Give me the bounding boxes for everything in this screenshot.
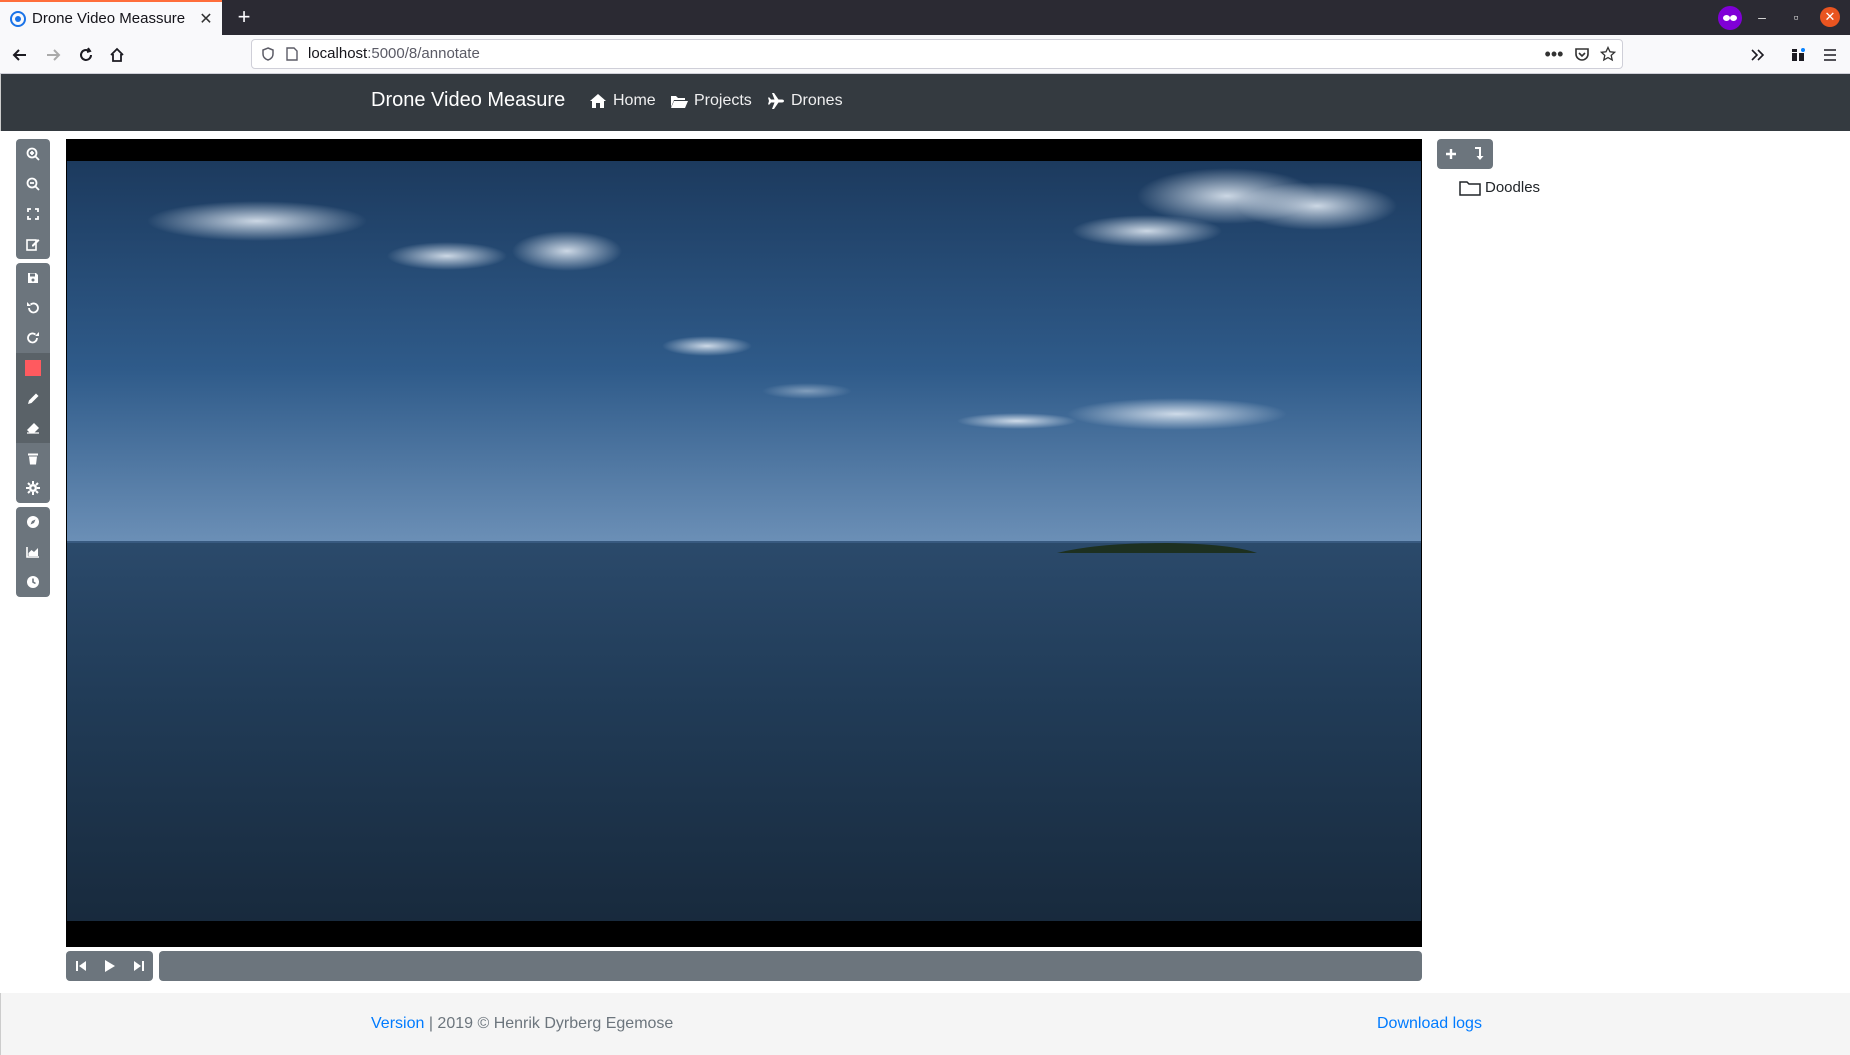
footer-copyright: Version | 2019 © Henrik Dyrberg Egemose bbox=[371, 1015, 673, 1033]
playback-buttons bbox=[66, 951, 153, 981]
new-tab-button[interactable]: + bbox=[232, 4, 256, 29]
settings-icon bbox=[26, 481, 40, 495]
add-button[interactable] bbox=[1437, 139, 1465, 169]
undo-button[interactable] bbox=[16, 293, 50, 323]
redo-button[interactable] bbox=[16, 323, 50, 353]
zoom-out-icon bbox=[26, 177, 40, 191]
nav-drones[interactable]: Drones bbox=[767, 92, 843, 110]
brand-title[interactable]: Drone Video Measure bbox=[371, 89, 565, 112]
browser-chrome: Drone Video Meassure ✕ + – ▫ ✕ localhost… bbox=[0, 0, 1850, 74]
folder-icon bbox=[1459, 180, 1481, 196]
back-button[interactable] bbox=[8, 43, 32, 67]
video-canvas[interactable] bbox=[66, 139, 1422, 947]
color-picker-button[interactable] bbox=[16, 353, 50, 383]
step-forward-icon bbox=[133, 961, 144, 971]
delete-button[interactable] bbox=[16, 443, 50, 473]
nav-drones-label: Drones bbox=[791, 92, 843, 109]
tab-title: Drone Video Meassure bbox=[32, 10, 186, 27]
eraser-button[interactable] bbox=[16, 413, 50, 443]
edit-button[interactable] bbox=[16, 229, 50, 259]
color-swatch bbox=[25, 360, 41, 376]
fullscreen-button[interactable] bbox=[16, 199, 50, 229]
save-icon bbox=[28, 273, 38, 283]
url-text[interactable]: localhost:5000/8/annotate bbox=[308, 45, 480, 63]
bookmark-star-icon[interactable] bbox=[1598, 44, 1618, 64]
download-logs-link[interactable]: Download logs bbox=[1377, 1015, 1482, 1033]
browser-toolbar: localhost:5000/8/annotate ••• bbox=[0, 35, 1850, 74]
close-tab-icon[interactable]: ✕ bbox=[196, 9, 216, 29]
browser-tab[interactable]: Drone Video Meassure ✕ bbox=[0, 0, 222, 35]
tree-folder-doodles[interactable]: Doodles bbox=[1459, 179, 1540, 196]
restore-button[interactable]: ▫ bbox=[1786, 7, 1806, 27]
video-progress-bar[interactable] bbox=[159, 951, 1422, 981]
compass-button[interactable] bbox=[16, 507, 50, 537]
plane-icon bbox=[768, 93, 784, 109]
video-frame[interactable] bbox=[67, 161, 1421, 921]
annotation-toolbar bbox=[16, 139, 50, 601]
page-icon bbox=[282, 44, 302, 64]
edit-icon bbox=[26, 239, 40, 251]
home-icon bbox=[590, 94, 606, 108]
minimize-button[interactable]: – bbox=[1752, 7, 1772, 27]
add-icon bbox=[1446, 149, 1456, 159]
pencil-button[interactable] bbox=[16, 383, 50, 413]
copyright-text: | 2019 © Henrik Dyrberg Egemose bbox=[424, 1015, 674, 1032]
zoom-out-button[interactable] bbox=[16, 169, 50, 199]
fullscreen-icon bbox=[27, 208, 39, 220]
view-tools-group bbox=[16, 139, 50, 259]
step-back-icon bbox=[75, 961, 86, 971]
trash-icon bbox=[28, 453, 38, 464]
annotation-panel: Doodles bbox=[1437, 139, 1837, 929]
measure-tools-group bbox=[16, 507, 50, 597]
draw-tools-group bbox=[16, 263, 50, 503]
more-actions-icon[interactable]: ••• bbox=[1544, 44, 1564, 64]
undo-icon bbox=[27, 302, 39, 314]
url-bar[interactable]: localhost:5000/8/annotate ••• bbox=[251, 39, 1623, 69]
forward-button[interactable] bbox=[41, 43, 65, 67]
tab-strip: Drone Video Meassure ✕ + – ▫ ✕ bbox=[0, 0, 1850, 35]
step-forward-button[interactable] bbox=[124, 951, 153, 981]
window-close-button[interactable]: ✕ bbox=[1820, 7, 1840, 27]
player-controls bbox=[66, 951, 1422, 981]
import-button[interactable] bbox=[1465, 139, 1493, 169]
app-navbar: Drone Video Measure Home Projects Drones bbox=[0, 74, 1850, 131]
zoom-in-icon bbox=[26, 147, 40, 161]
hamburger-menu-icon[interactable] bbox=[1818, 43, 1842, 67]
chart-button[interactable] bbox=[16, 537, 50, 567]
save-button[interactable] bbox=[16, 263, 50, 293]
import-icon bbox=[1475, 147, 1484, 160]
nav-home[interactable]: Home bbox=[589, 92, 656, 110]
clock-icon bbox=[27, 576, 39, 588]
pencil-icon bbox=[27, 393, 38, 404]
home-button[interactable] bbox=[105, 43, 129, 67]
settings-button[interactable] bbox=[16, 473, 50, 503]
page-footer: Version | 2019 © Henrik Dyrberg Egemose … bbox=[0, 993, 1850, 1055]
play-button[interactable] bbox=[95, 951, 124, 981]
reload-button[interactable] bbox=[74, 43, 98, 67]
chart-icon bbox=[26, 547, 39, 558]
clock-button[interactable] bbox=[16, 567, 50, 597]
overflow-menu-icon[interactable] bbox=[1745, 43, 1769, 67]
private-browsing-icon bbox=[1718, 6, 1742, 30]
nav-projects[interactable]: Projects bbox=[670, 92, 752, 110]
eraser-icon bbox=[27, 423, 39, 434]
play-icon bbox=[104, 960, 115, 972]
tree-folder-label: Doodles bbox=[1485, 179, 1541, 196]
panel-toolbar bbox=[1437, 139, 1493, 169]
compass-icon bbox=[27, 516, 39, 528]
version-link[interactable]: Version bbox=[371, 1015, 424, 1032]
nav-projects-label: Projects bbox=[694, 92, 752, 109]
zoom-in-button[interactable] bbox=[16, 139, 50, 169]
step-back-button[interactable] bbox=[66, 951, 95, 981]
favicon-icon bbox=[10, 10, 26, 27]
extensions-icon[interactable] bbox=[1786, 43, 1810, 67]
nav-home-label: Home bbox=[613, 92, 656, 109]
shield-icon[interactable] bbox=[258, 44, 278, 64]
url-path: :5000/8/annotate bbox=[367, 45, 480, 62]
folder-open-icon bbox=[671, 96, 688, 108]
redo-icon bbox=[27, 332, 39, 344]
url-host: localhost bbox=[308, 45, 368, 62]
pocket-icon[interactable] bbox=[1572, 44, 1592, 64]
